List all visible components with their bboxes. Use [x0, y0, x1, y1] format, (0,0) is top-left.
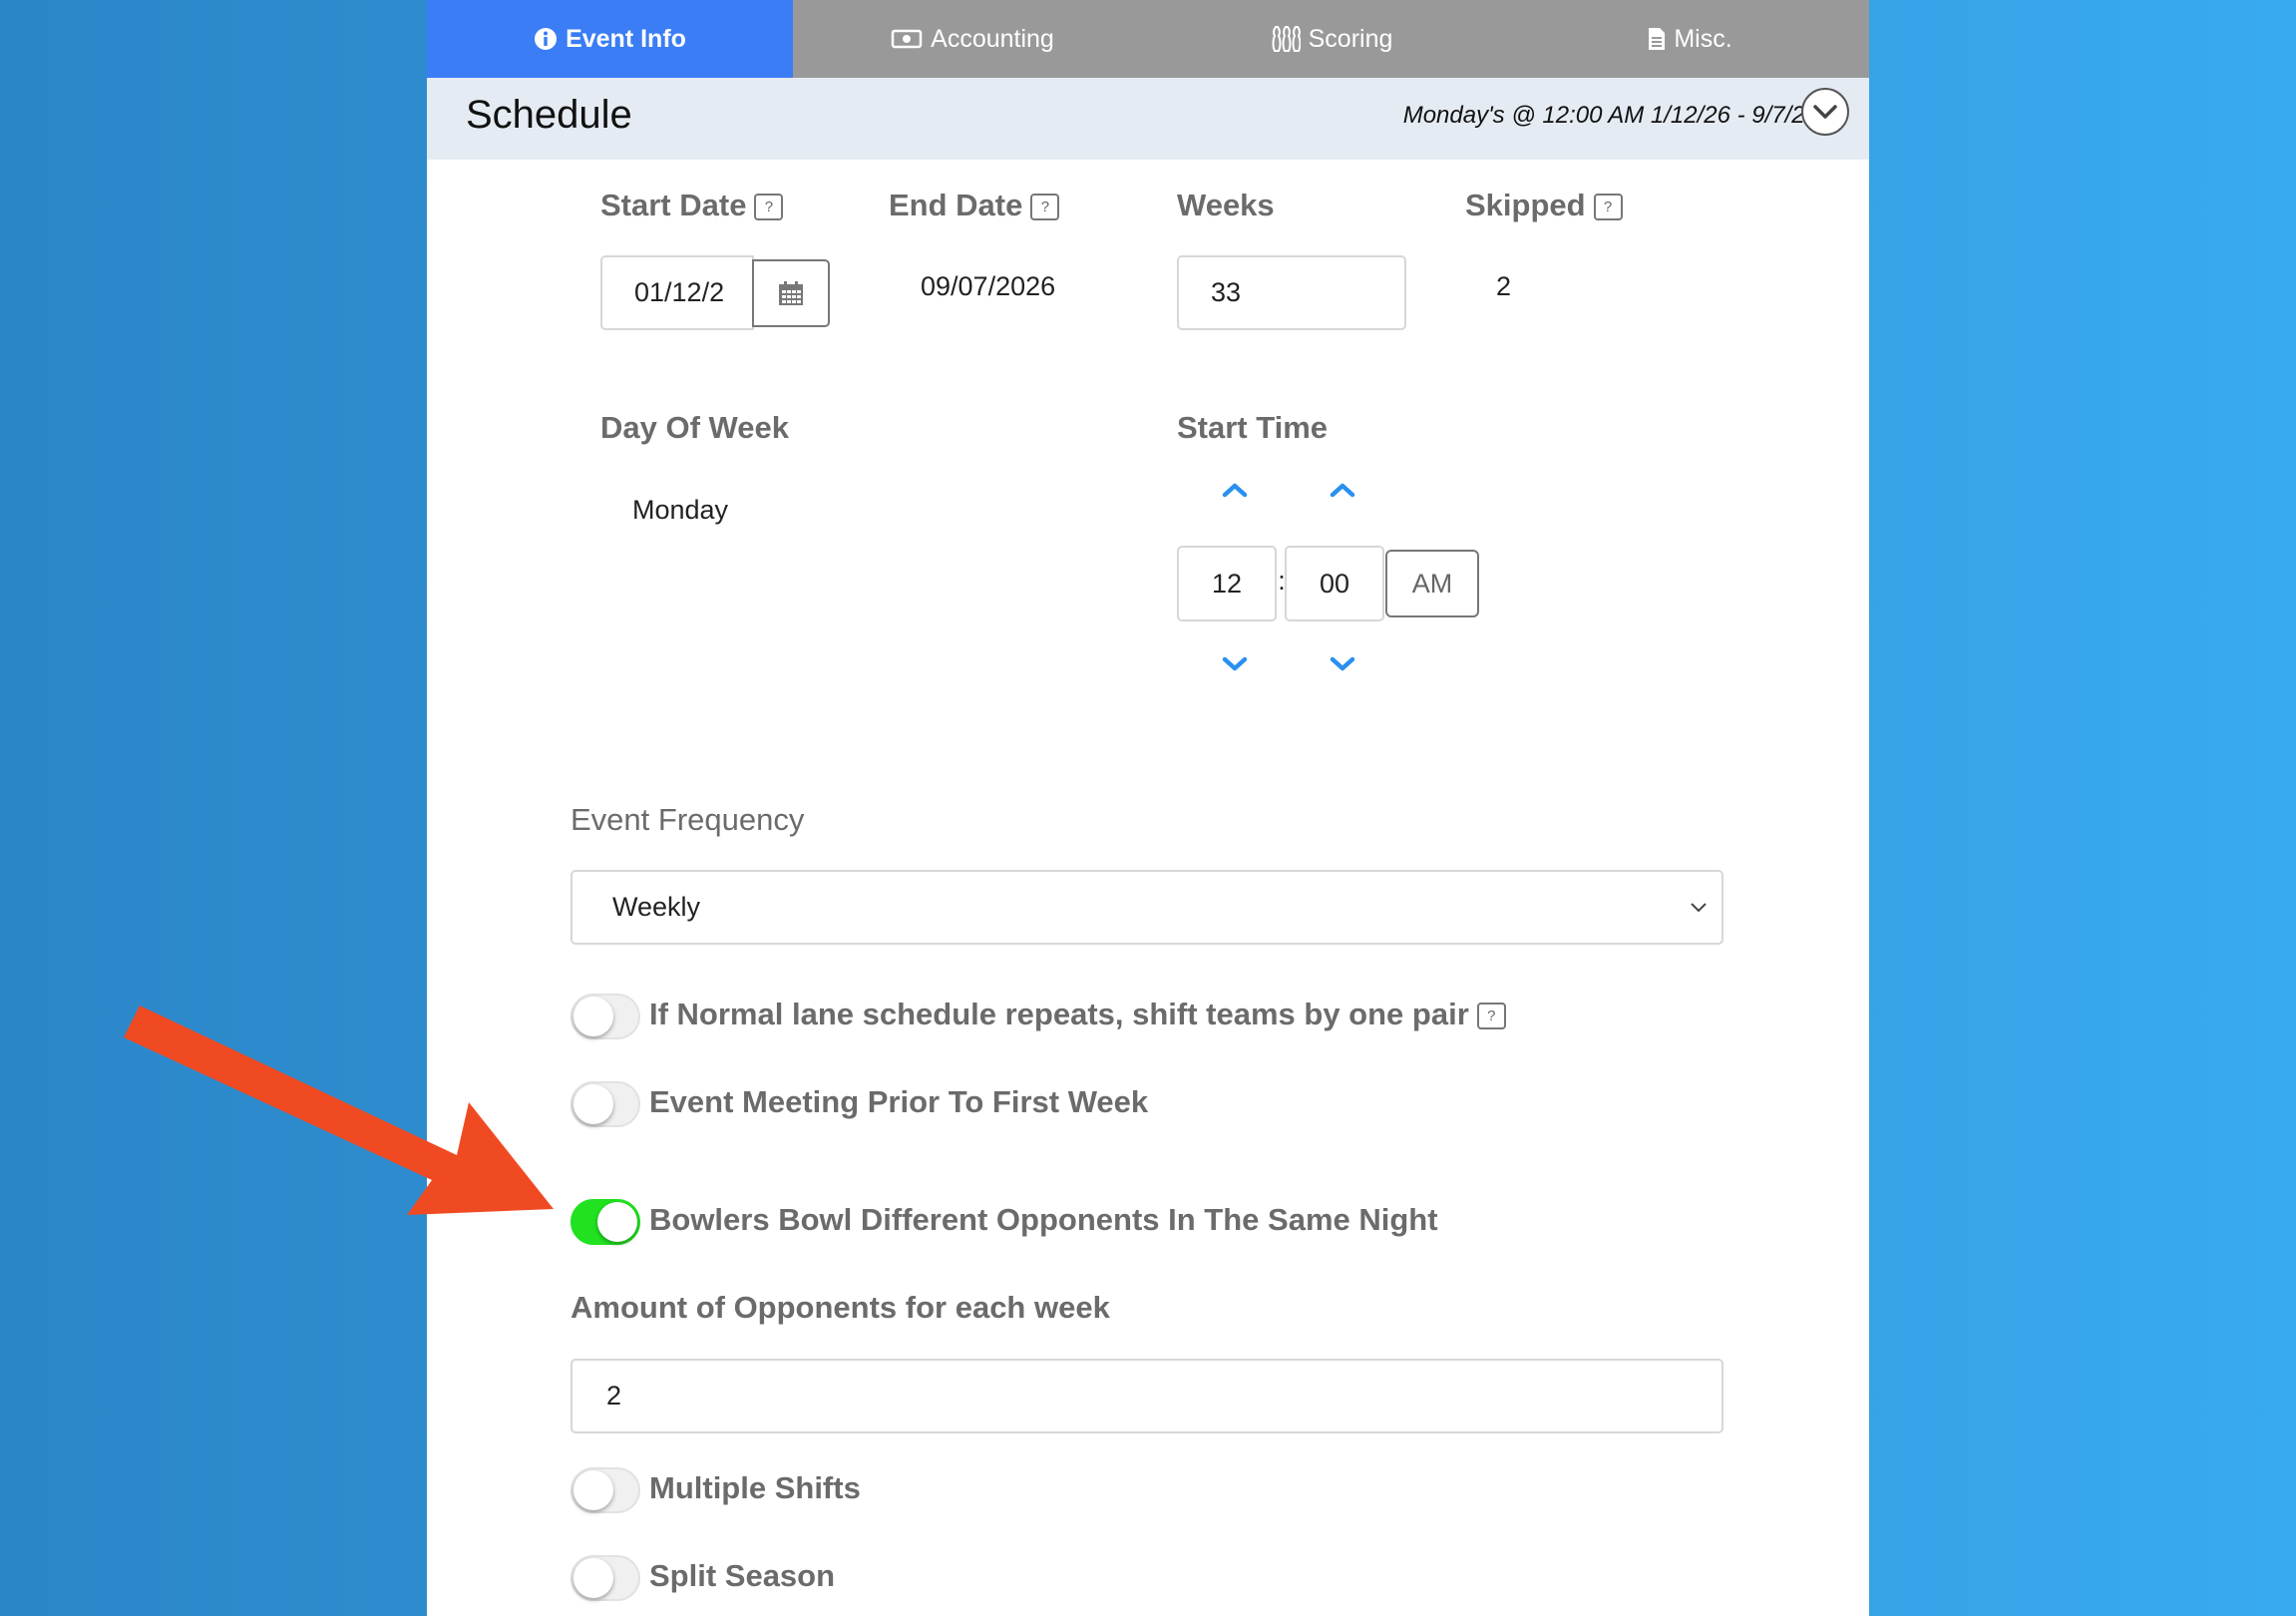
annotation-arrow [124, 1006, 554, 1215]
